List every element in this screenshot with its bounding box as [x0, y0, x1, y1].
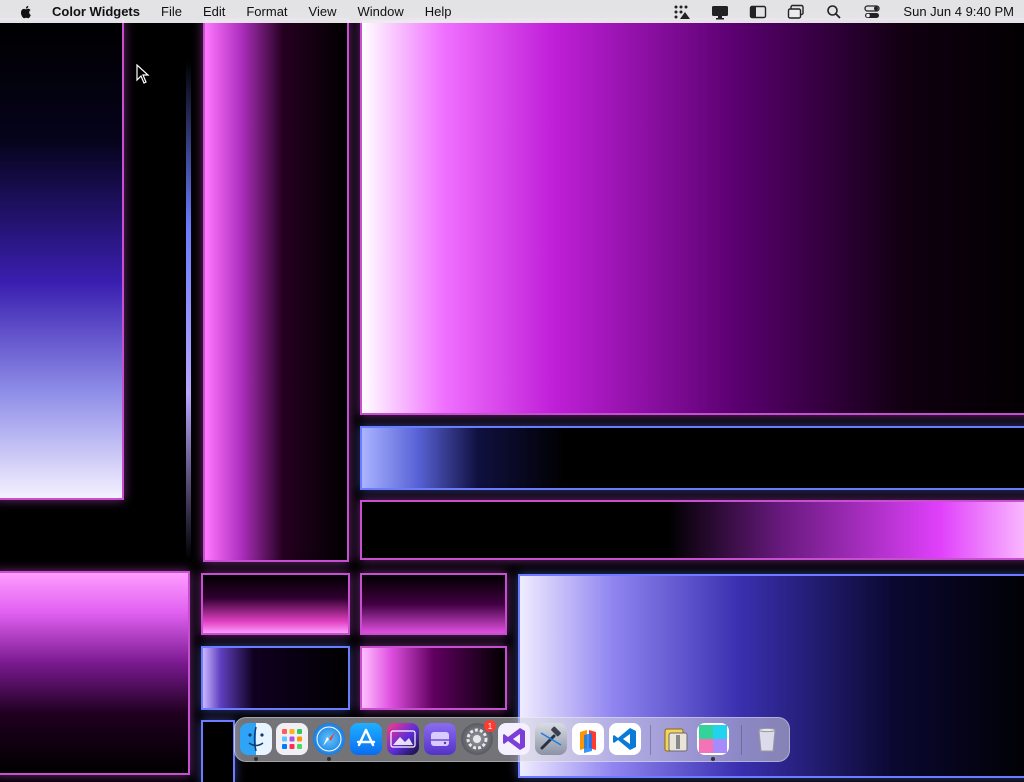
- finder-icon[interactable]: [240, 723, 272, 755]
- control-center-icon[interactable]: [863, 4, 881, 20]
- running-indicator: [711, 757, 715, 761]
- disk-icon[interactable]: [424, 723, 456, 755]
- vscode-icon[interactable]: [609, 723, 641, 755]
- wallpaper-panel: [203, 575, 348, 633]
- sidebar-icon[interactable]: [749, 4, 767, 20]
- wallpaper-panel: [362, 20, 1024, 413]
- app-name-menu[interactable]: Color Widgets: [52, 4, 140, 19]
- wallpaper-panel: [203, 722, 233, 782]
- menu-bar-clock[interactable]: Sun Jun 4 9:40 PM: [903, 4, 1014, 19]
- safari-icon[interactable]: [313, 723, 345, 755]
- dock: 1: [234, 717, 790, 762]
- archive-icon[interactable]: [660, 723, 692, 755]
- books-icon[interactable]: [572, 723, 604, 755]
- gear-icon[interactable]: 1: [461, 720, 496, 755]
- wallpaper-panel: [0, 20, 122, 498]
- window-stack-icon[interactable]: [787, 4, 805, 20]
- wallpaper-panel: [205, 20, 347, 560]
- search-icon[interactable]: [825, 4, 843, 20]
- menu-window[interactable]: Window: [357, 4, 403, 19]
- launchpad-icon[interactable]: [276, 723, 308, 755]
- wallpaper-panel: [186, 60, 191, 560]
- running-indicator: [327, 757, 331, 761]
- photo-hd-icon[interactable]: [387, 723, 419, 755]
- hammer-icon[interactable]: [535, 723, 567, 755]
- app-store-icon[interactable]: [350, 723, 382, 755]
- dock-separator: [741, 725, 742, 755]
- widget-grid-icon[interactable]: [673, 4, 691, 20]
- menu-bar: Color Widgets File Edit Format View Wind…: [0, 0, 1024, 23]
- menu-view[interactable]: View: [309, 4, 337, 19]
- mouse-cursor-icon: [136, 64, 150, 84]
- wallpaper-panel: [362, 648, 505, 708]
- apple-logo-icon[interactable]: [18, 4, 34, 20]
- notification-badge: 1: [484, 720, 496, 732]
- trash-icon[interactable]: [751, 723, 783, 755]
- wallpaper-panel: [0, 573, 188, 773]
- wallpaper-panel: [362, 575, 505, 633]
- visual-studio-icon[interactable]: [498, 723, 530, 755]
- display-icon[interactable]: [711, 4, 729, 20]
- wallpaper-panel: [203, 648, 348, 708]
- running-indicator: [254, 757, 258, 761]
- desktop-wallpaper: [0, 0, 1024, 782]
- wallpaper-panel: [362, 428, 1024, 488]
- menu-help[interactable]: Help: [425, 4, 452, 19]
- wallpaper-panel: [362, 502, 1024, 558]
- menu-format[interactable]: Format: [246, 4, 287, 19]
- dock-separator: [650, 725, 651, 755]
- status-area: Sun Jun 4 9:40 PM: [653, 4, 1014, 20]
- color-widgets-icon[interactable]: [697, 723, 729, 755]
- menu-file[interactable]: File: [161, 4, 182, 19]
- menu-edit[interactable]: Edit: [203, 4, 225, 19]
